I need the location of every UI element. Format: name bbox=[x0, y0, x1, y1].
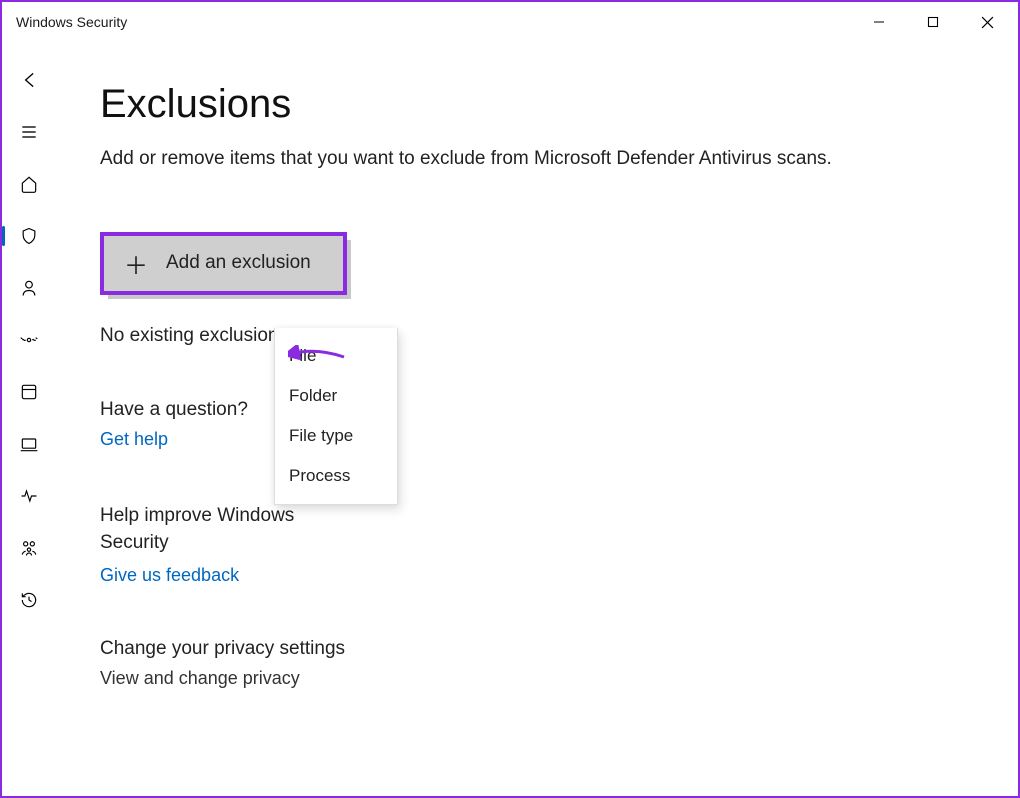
window-title: Windows Security bbox=[16, 14, 852, 30]
close-button[interactable] bbox=[960, 2, 1014, 42]
maximize-button[interactable] bbox=[906, 2, 960, 42]
add-exclusion-label: Add an exclusion bbox=[166, 252, 311, 274]
sidebar-item-device-performance-health[interactable] bbox=[5, 478, 53, 514]
privacy-description: View and change privacy bbox=[100, 668, 974, 689]
sidebar-item-firewall[interactable] bbox=[5, 322, 53, 358]
sidebar-item-family-options[interactable] bbox=[5, 530, 53, 566]
feedback-link[interactable]: Give us feedback bbox=[100, 565, 239, 586]
privacy-heading: Change your privacy settings bbox=[100, 638, 974, 660]
minimize-button[interactable] bbox=[852, 2, 906, 42]
sidebar-item-account-protection[interactable] bbox=[5, 270, 53, 306]
back-button[interactable] bbox=[5, 62, 53, 98]
question-heading: Have a question? bbox=[100, 399, 974, 421]
add-exclusion-button[interactable]: ＋ Add an exclusion bbox=[100, 232, 347, 295]
page-description: Add or remove items that you want to exc… bbox=[100, 145, 974, 174]
sidebar bbox=[2, 42, 56, 796]
sidebar-item-app-browser-control[interactable] bbox=[5, 374, 53, 410]
window-controls bbox=[852, 2, 1014, 42]
dropdown-item-process[interactable]: Process bbox=[275, 456, 397, 496]
improve-heading: Help improve Windows Security bbox=[100, 502, 340, 557]
sidebar-item-home[interactable] bbox=[5, 166, 53, 202]
exclusion-type-dropdown: File Folder File type Process bbox=[274, 328, 398, 505]
menu-button[interactable] bbox=[5, 114, 53, 150]
no-exclusions-text: No existing exclusions. bbox=[100, 325, 974, 347]
dropdown-item-file-type[interactable]: File type bbox=[275, 416, 397, 456]
sidebar-item-protection-history[interactable] bbox=[5, 582, 53, 618]
page-title: Exclusions bbox=[100, 82, 974, 127]
sidebar-item-virus-protection[interactable] bbox=[5, 218, 53, 254]
dropdown-item-folder[interactable]: Folder bbox=[275, 376, 397, 416]
get-help-link[interactable]: Get help bbox=[100, 429, 168, 450]
plus-icon: ＋ bbox=[124, 246, 148, 281]
sidebar-item-device-security[interactable] bbox=[5, 426, 53, 462]
main-content: Exclusions Add or remove items that you … bbox=[56, 42, 1018, 796]
dropdown-item-file[interactable]: File bbox=[275, 336, 397, 376]
titlebar: Windows Security bbox=[2, 2, 1018, 42]
